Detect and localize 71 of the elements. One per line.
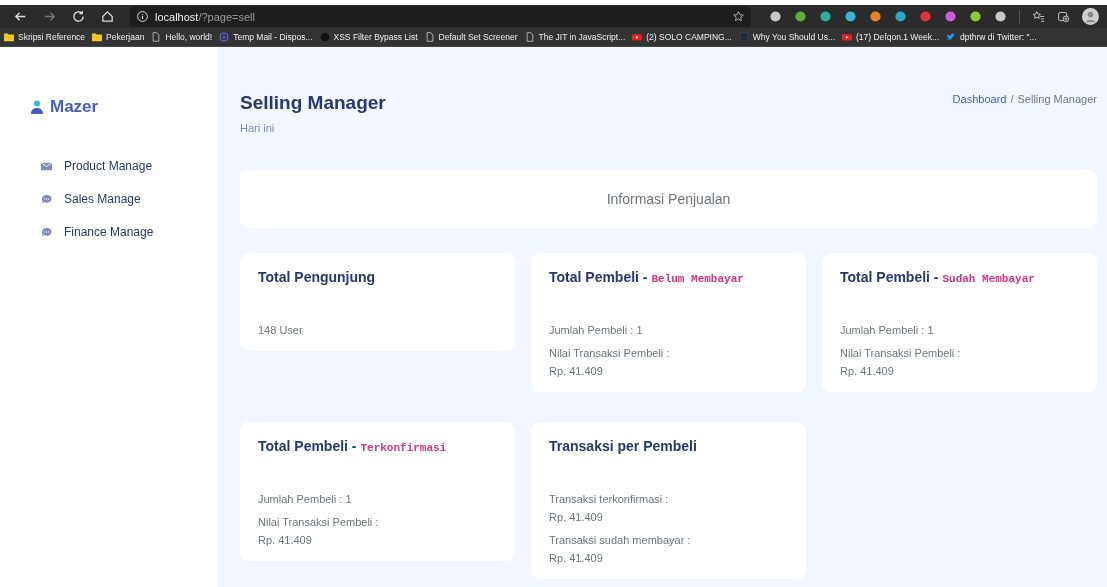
stat-value: Rp. 41.409 <box>549 364 604 378</box>
page-icon <box>151 32 162 42</box>
sidebar-item[interactable]: Finance Manage <box>41 225 218 239</box>
extension-icon[interactable] <box>844 10 857 23</box>
stat-value: Rp. 41.409 <box>549 510 604 524</box>
folder-icon <box>4 32 14 42</box>
card-title: Total Pembeli - Sudah Membayar <box>840 269 1036 285</box>
bird-icon <box>946 32 956 42</box>
extension-icon[interactable] <box>994 10 1007 23</box>
profile-avatar-icon[interactable] <box>1082 8 1099 25</box>
favorite-star-icon[interactable] <box>732 10 745 23</box>
extension-icon[interactable] <box>894 10 907 23</box>
card-title: Total Pengunjung <box>258 269 377 285</box>
video-play-icon <box>842 32 852 42</box>
collections-icon[interactable] <box>1057 10 1070 23</box>
address-bar[interactable]: localhost/?page=sell <box>130 6 751 27</box>
stat-label: Nilai Transaksi Pembeli : <box>258 515 380 529</box>
favorites-icon[interactable] <box>1032 10 1045 23</box>
extension-icon[interactable] <box>819 10 832 23</box>
url-text: localhost/?page=sell <box>155 10 256 23</box>
info-card-title: Informasi Penjualan <box>606 191 731 207</box>
video-play-icon <box>632 32 643 42</box>
folder-icon <box>92 32 103 42</box>
bookmark[interactable]: Hello, world! <box>151 32 213 42</box>
stat-label: Jumlah Pembeli : 1 <box>258 492 353 506</box>
extension-icon[interactable] <box>769 10 782 23</box>
stat-label: Jumlah Pembeli : 1 <box>549 323 644 337</box>
bookmark[interactable]: dpthrw di Twitter: "... <box>946 32 1037 42</box>
bookmark[interactable]: (2) SOLO CAMPING... <box>632 32 732 42</box>
envelope-icon <box>41 160 52 172</box>
bookmark[interactable]: The JIT in JavaScript... <box>524 32 626 42</box>
book-icon <box>738 32 749 42</box>
breadcrumb-item: Selling Manager <box>1017 93 1097 105</box>
bookmark[interactable]: (17) Defqon.1 Week... <box>842 32 939 42</box>
bookmark[interactable]: Skripsi Reference <box>4 32 86 42</box>
sidebar-item[interactable]: Sales Manage <box>41 192 218 206</box>
sidebar-item[interactable]: Product Manage <box>41 159 218 173</box>
card-title: Total Pembeli - Terkonfirmasi <box>258 438 448 454</box>
extension-icon[interactable] <box>944 10 957 23</box>
stat-label: Nilai Transaksi Pembeli : <box>549 346 671 360</box>
card-title: Total Pembeli - Belum Membayar <box>549 269 745 285</box>
user-icon <box>31 100 43 114</box>
page-icon <box>424 32 435 42</box>
stat-value: Rp. 41.409 <box>549 551 604 565</box>
stat-value: Rp. 41.409 <box>258 533 313 547</box>
page-icon <box>524 32 535 42</box>
stat-label: 148 User <box>258 323 304 337</box>
extension-icon[interactable] <box>869 10 882 23</box>
breadcrumb-separator: / <box>1010 93 1014 105</box>
chat-bubble-icon <box>41 193 52 205</box>
page-title: Selling Manager <box>240 92 386 114</box>
page-subtitle: Hari ini <box>240 122 276 134</box>
extension-icon[interactable] <box>969 10 982 23</box>
stat-label: Jumlah Pembeli : 1 <box>840 323 935 337</box>
bookmark[interactable]: XSS Filter Bypass List <box>319 32 418 42</box>
breadcrumb-item[interactable]: Dashboard <box>952 93 1007 105</box>
bookmark[interactable]: Temp Mail - Dispos... <box>219 32 313 42</box>
dark-circle-icon <box>319 32 330 42</box>
card-title: Transaksi per Pembeli <box>549 438 698 454</box>
bookmark[interactable]: Why You Should Us... <box>738 32 835 42</box>
at-sign-icon <box>219 32 230 42</box>
stat-label: Transaksi sudah membayar : <box>549 533 692 547</box>
chat-bubble-icon <box>41 226 52 238</box>
stat-value: Rp. 41.409 <box>840 364 895 378</box>
bookmark[interactable]: Pekerjaan <box>92 32 145 42</box>
stat-label: Nilai Transaksi Pembeli : <box>840 346 962 360</box>
bookmark[interactable]: Default Set Screener <box>424 32 518 42</box>
stat-label: Transaksi terkonfirmasi : <box>549 492 670 506</box>
extension-icon[interactable] <box>794 10 807 23</box>
brand-name[interactable]: Mazer <box>50 97 99 117</box>
info-icon[interactable] <box>136 10 149 23</box>
